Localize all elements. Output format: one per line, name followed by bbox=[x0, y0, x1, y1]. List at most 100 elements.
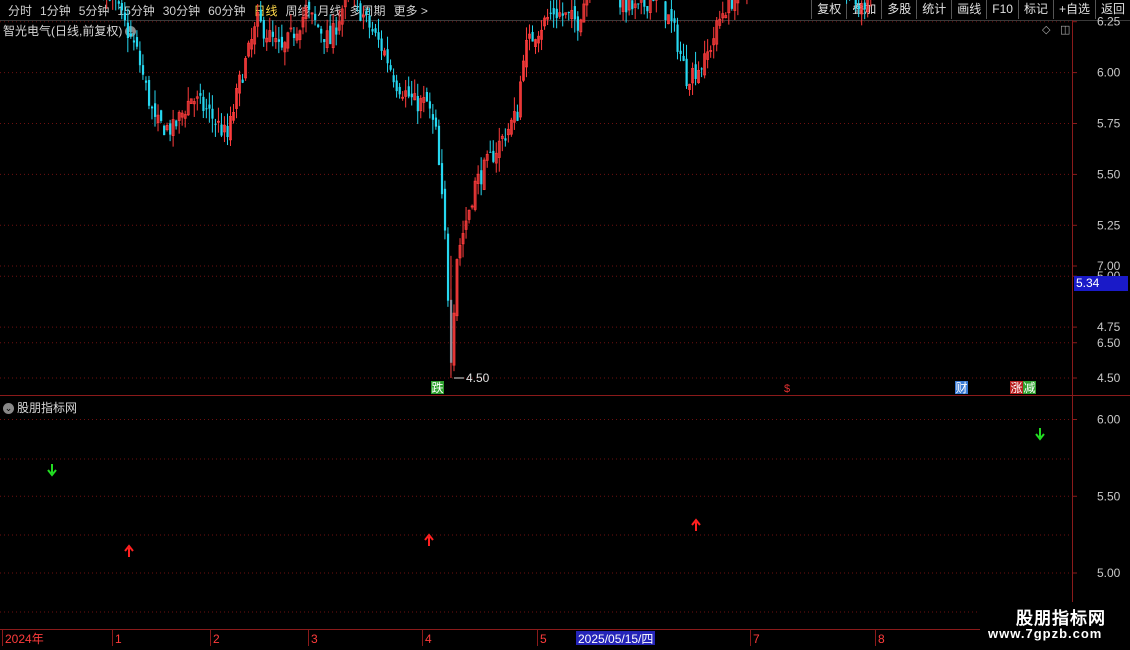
candle-body-down bbox=[446, 233, 450, 301]
indicator-tick-label: 7.00 bbox=[1097, 259, 1121, 273]
date-label: 2024年 bbox=[5, 632, 44, 646]
low-price-label: 4.50 bbox=[466, 371, 490, 385]
price-tick-label: 5.25 bbox=[1097, 218, 1121, 232]
candle-body-down bbox=[323, 39, 326, 43]
candle-body-down bbox=[631, 0, 634, 10]
candle-body-down bbox=[389, 65, 392, 70]
candle-body-down bbox=[443, 188, 447, 231]
candle-body-down bbox=[120, 3, 123, 11]
candle-body-down bbox=[437, 125, 441, 165]
candle-body-down bbox=[262, 20, 265, 39]
candle-body-down bbox=[202, 96, 205, 111]
candle-body-down bbox=[335, 27, 338, 35]
candle-body-down bbox=[371, 29, 374, 32]
candle-body-down bbox=[359, 3, 362, 21]
candle-body-down bbox=[410, 93, 413, 98]
candle-body-down bbox=[208, 104, 211, 109]
candle-body-down bbox=[407, 86, 410, 97]
candle-body-down bbox=[516, 111, 519, 121]
candle-body-down bbox=[292, 33, 296, 39]
candle-body-down bbox=[169, 123, 172, 135]
candle-body-down bbox=[108, 0, 111, 1]
candle-body-down bbox=[368, 15, 371, 28]
candle-body-down bbox=[619, 0, 622, 8]
candle-body-down bbox=[214, 123, 217, 125]
candle-body-down bbox=[694, 64, 697, 79]
candle-body-down bbox=[226, 125, 229, 138]
candle-body-down bbox=[549, 12, 552, 14]
candle-body-down bbox=[280, 36, 284, 48]
candle-body-down bbox=[643, 0, 646, 7]
candle-body-down bbox=[129, 33, 133, 36]
price-tick-label: 6.00 bbox=[1097, 66, 1121, 80]
candle-body-down bbox=[160, 110, 163, 121]
candle-body-down bbox=[685, 58, 688, 87]
candle-body-down bbox=[123, 12, 126, 21]
signal-arrow-icon bbox=[424, 533, 434, 546]
candle-body-down bbox=[308, 1, 311, 10]
candle-body-down bbox=[150, 106, 154, 109]
date-label: 7 bbox=[753, 632, 760, 646]
candle-body-down bbox=[314, 13, 317, 20]
price-tick-label: 6.25 bbox=[1097, 15, 1121, 29]
candle-body-down bbox=[434, 117, 438, 127]
candle-body-down bbox=[163, 125, 166, 136]
price-tick-label: 4.50 bbox=[1097, 371, 1121, 385]
candle-body-down bbox=[637, 3, 640, 5]
candle-body-down bbox=[682, 55, 685, 61]
candle-body-down bbox=[259, 9, 262, 22]
candle-body-down bbox=[147, 80, 151, 106]
candle-body-down bbox=[329, 25, 332, 45]
indicator-tick-label: 5.00 bbox=[1097, 566, 1121, 580]
candle-body-down bbox=[377, 32, 380, 40]
date-label: 3 bbox=[311, 632, 318, 646]
candle-body-down bbox=[395, 80, 398, 92]
candle-body-down bbox=[365, 11, 368, 15]
candle-body-down bbox=[144, 80, 148, 83]
candle-body-down bbox=[211, 108, 214, 119]
candle-body-down bbox=[676, 24, 679, 52]
candle-body-down bbox=[664, 1, 667, 21]
date-label: 4 bbox=[425, 632, 432, 646]
event-marker: 涨 bbox=[1011, 380, 1023, 395]
candle-body-down bbox=[492, 150, 495, 162]
candle-body-down bbox=[392, 75, 395, 83]
candlesticks bbox=[103, 0, 875, 375]
candle-body-down bbox=[679, 50, 682, 54]
candle-body-down bbox=[317, 24, 320, 27]
candle-body-down bbox=[652, 0, 655, 1]
candle-body-down bbox=[271, 31, 274, 37]
signal-arrow-icon bbox=[124, 544, 134, 557]
indicator-tick-label: 6.00 bbox=[1097, 413, 1121, 427]
candle-body-down bbox=[854, 0, 857, 5]
candle-body-down bbox=[416, 95, 419, 112]
chart-canvas[interactable]: 7.507.257.006.756.506.256.005.755.505.25… bbox=[0, 0, 1130, 650]
signal-arrow-icon bbox=[1035, 428, 1045, 441]
candle-body-down bbox=[863, 2, 866, 10]
candle-body-down bbox=[567, 11, 570, 13]
event-marker: $ bbox=[784, 383, 790, 395]
candle-body-down bbox=[277, 39, 281, 42]
candle-body-down bbox=[552, 8, 555, 15]
signal-arrow-icon bbox=[691, 518, 701, 531]
event-marker: 跌 bbox=[432, 380, 444, 395]
candle-body-down bbox=[576, 16, 579, 31]
candle-body-down bbox=[425, 91, 428, 102]
candle-body-down bbox=[138, 50, 142, 66]
candle-body-down bbox=[205, 108, 208, 110]
candle-body-down bbox=[561, 13, 564, 16]
candle-body-down bbox=[480, 170, 483, 185]
candle-body-down bbox=[117, 1, 120, 4]
current-price-tag: 5.34 bbox=[1074, 276, 1128, 291]
candle-body-down bbox=[132, 40, 136, 43]
date-label: 8 bbox=[878, 632, 885, 646]
indicator-tick-label: 6.50 bbox=[1097, 336, 1121, 350]
price-tick-label: 4.75 bbox=[1097, 320, 1121, 334]
event-marker: 财 bbox=[956, 381, 968, 395]
candle-body-down bbox=[428, 101, 432, 109]
price-tick-label: 5.50 bbox=[1097, 167, 1121, 181]
candle-body-down bbox=[320, 28, 323, 34]
signal-arrow-icon bbox=[47, 464, 57, 477]
event-marker: 减 bbox=[1024, 381, 1036, 395]
date-label: 2 bbox=[213, 632, 220, 646]
